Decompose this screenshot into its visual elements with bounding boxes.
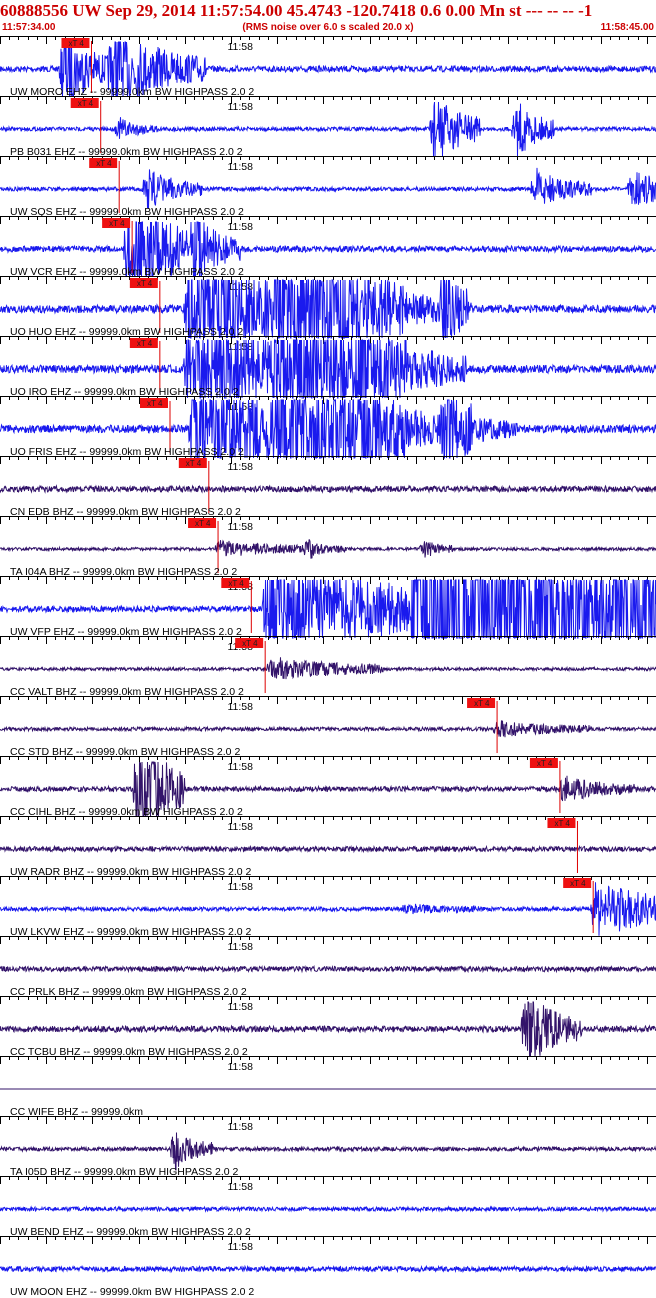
minute-tick-label: 11:58: [227, 1181, 253, 1193]
phase-pick-label: xT 4: [537, 759, 553, 768]
minute-tick-label: 11:58: [227, 761, 253, 773]
phase-pick-label: xT 4: [68, 39, 84, 48]
time-window-bar: (RMS noise over 6.0 s scaled 20.0 x) 11:…: [0, 21, 656, 35]
phase-pick-label: xT 4: [96, 159, 112, 168]
station-label: UW MOON EHZ -- 99999.0km BW HIGHPASS 2.0…: [10, 1286, 254, 1298]
waveform-trace: [0, 720, 656, 738]
minute-tick-label: 11:58: [227, 881, 253, 893]
noise-note: (RMS noise over 6.0 s scaled 20.0 x): [242, 22, 414, 33]
phase-pick-label: xT 4: [186, 459, 202, 468]
minute-tick-label: 11:58: [227, 1121, 253, 1133]
minute-tick-label: 11:58: [227, 701, 253, 713]
waveform-trace: [0, 844, 656, 854]
event-title: 60888556 UW Sep 29, 2014 11:57:54.00 45.…: [0, 1, 593, 20]
phase-pick-label: xT 4: [228, 579, 244, 588]
minute-tick-label: 11:58: [227, 221, 253, 233]
phase-pick-label: xT 4: [78, 99, 94, 108]
minute-tick-label: 11:58: [227, 1241, 253, 1253]
window-end-time: 11:58:45.00: [600, 22, 654, 33]
seismogram-plot: 11:58xT 4UW MORO EHZ -- 99999.0km BW HIG…: [0, 36, 656, 1298]
phase-pick-label: xT 4: [242, 639, 258, 648]
minute-tick-label: 11:58: [227, 461, 253, 473]
waveform-trace: [0, 964, 656, 974]
waveform-trace: [0, 1205, 656, 1213]
phase-pick-label: xT 4: [554, 819, 570, 828]
minute-tick-label: 11:58: [227, 521, 253, 533]
minute-tick-label: 11:58: [227, 101, 253, 113]
minute-tick-label: 11:58: [227, 1061, 253, 1073]
phase-pick-label: xT 4: [195, 519, 211, 528]
waveform-trace: [0, 657, 656, 680]
minute-tick-label: 11:58: [227, 161, 253, 173]
phase-pick-label: xT 4: [137, 339, 153, 348]
waveform-trace: [0, 539, 656, 559]
phase-pick-label: xT 4: [147, 399, 163, 408]
minute-tick-label: 11:58: [227, 941, 253, 953]
time-ticks: [0, 36, 656, 44]
waveform-trace: [0, 484, 656, 494]
phase-pick-label: xT 4: [137, 279, 153, 288]
waveform-trace: [0, 167, 656, 209]
minute-tick-label: 11:58: [227, 821, 253, 833]
phase-pick-label: xT 4: [474, 699, 490, 708]
minute-tick-label: 11:58: [227, 1001, 253, 1013]
window-start-time: 11:57:34.00: [2, 22, 56, 33]
minute-tick-label: 11:58: [227, 41, 253, 53]
waveform-trace: [0, 1264, 656, 1274]
waveform-trace: [0, 1132, 656, 1171]
phase-pick-label: xT 4: [109, 219, 125, 228]
phase-pick-label: xT 4: [570, 879, 586, 888]
